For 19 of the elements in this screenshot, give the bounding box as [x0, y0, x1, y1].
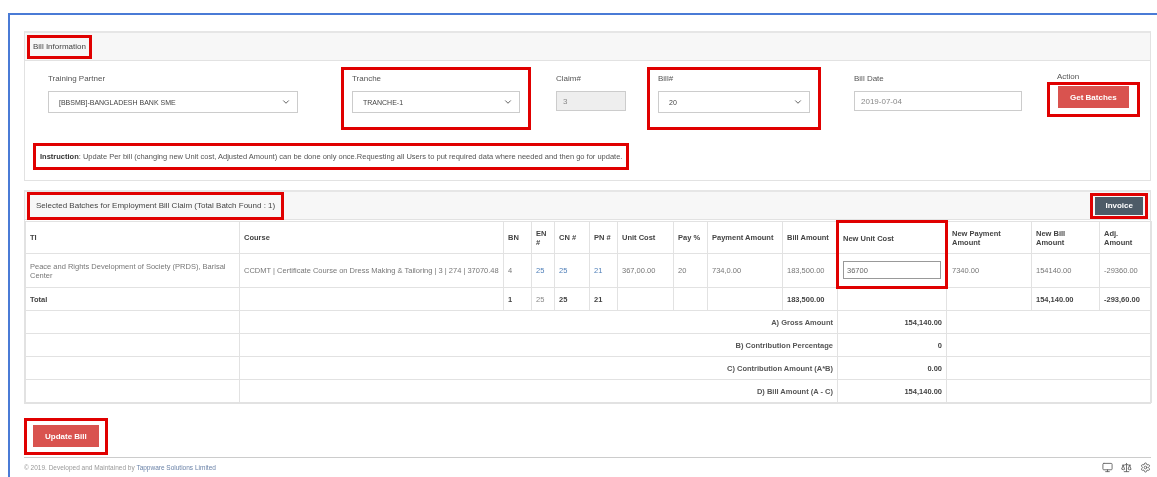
invoice-button[interactable]: Invoice: [1095, 196, 1143, 215]
field-label: Bill#: [658, 74, 675, 84]
field-label: Claim#: [556, 74, 582, 84]
input-field: 3: [556, 91, 626, 111]
panel-title: Bill Information: [33, 40, 86, 53]
field-label: Tranche: [352, 74, 383, 84]
panel-title: Selected Batches for Employment Bill Claim (Total Batch Found : 1): [36, 199, 276, 212]
chevron-down-icon: [503, 97, 513, 107]
get-batches-button[interactable]: Get Batches: [1058, 86, 1129, 108]
chevron-down-icon: [281, 97, 291, 107]
field-label: Action: [1057, 72, 1081, 82]
field-label: Bill Date: [854, 74, 885, 84]
update-bill-button[interactable]: Update Bill: [33, 425, 99, 447]
monitor-icon[interactable]: [1102, 462, 1113, 473]
scale-icon[interactable]: [1121, 462, 1132, 473]
settings-icon[interactable]: [1140, 462, 1151, 473]
date-field[interactable]: 2019-07-04: [854, 91, 1022, 111]
chevron-down-icon: [793, 97, 803, 107]
field-label: Training Partner: [48, 74, 107, 84]
